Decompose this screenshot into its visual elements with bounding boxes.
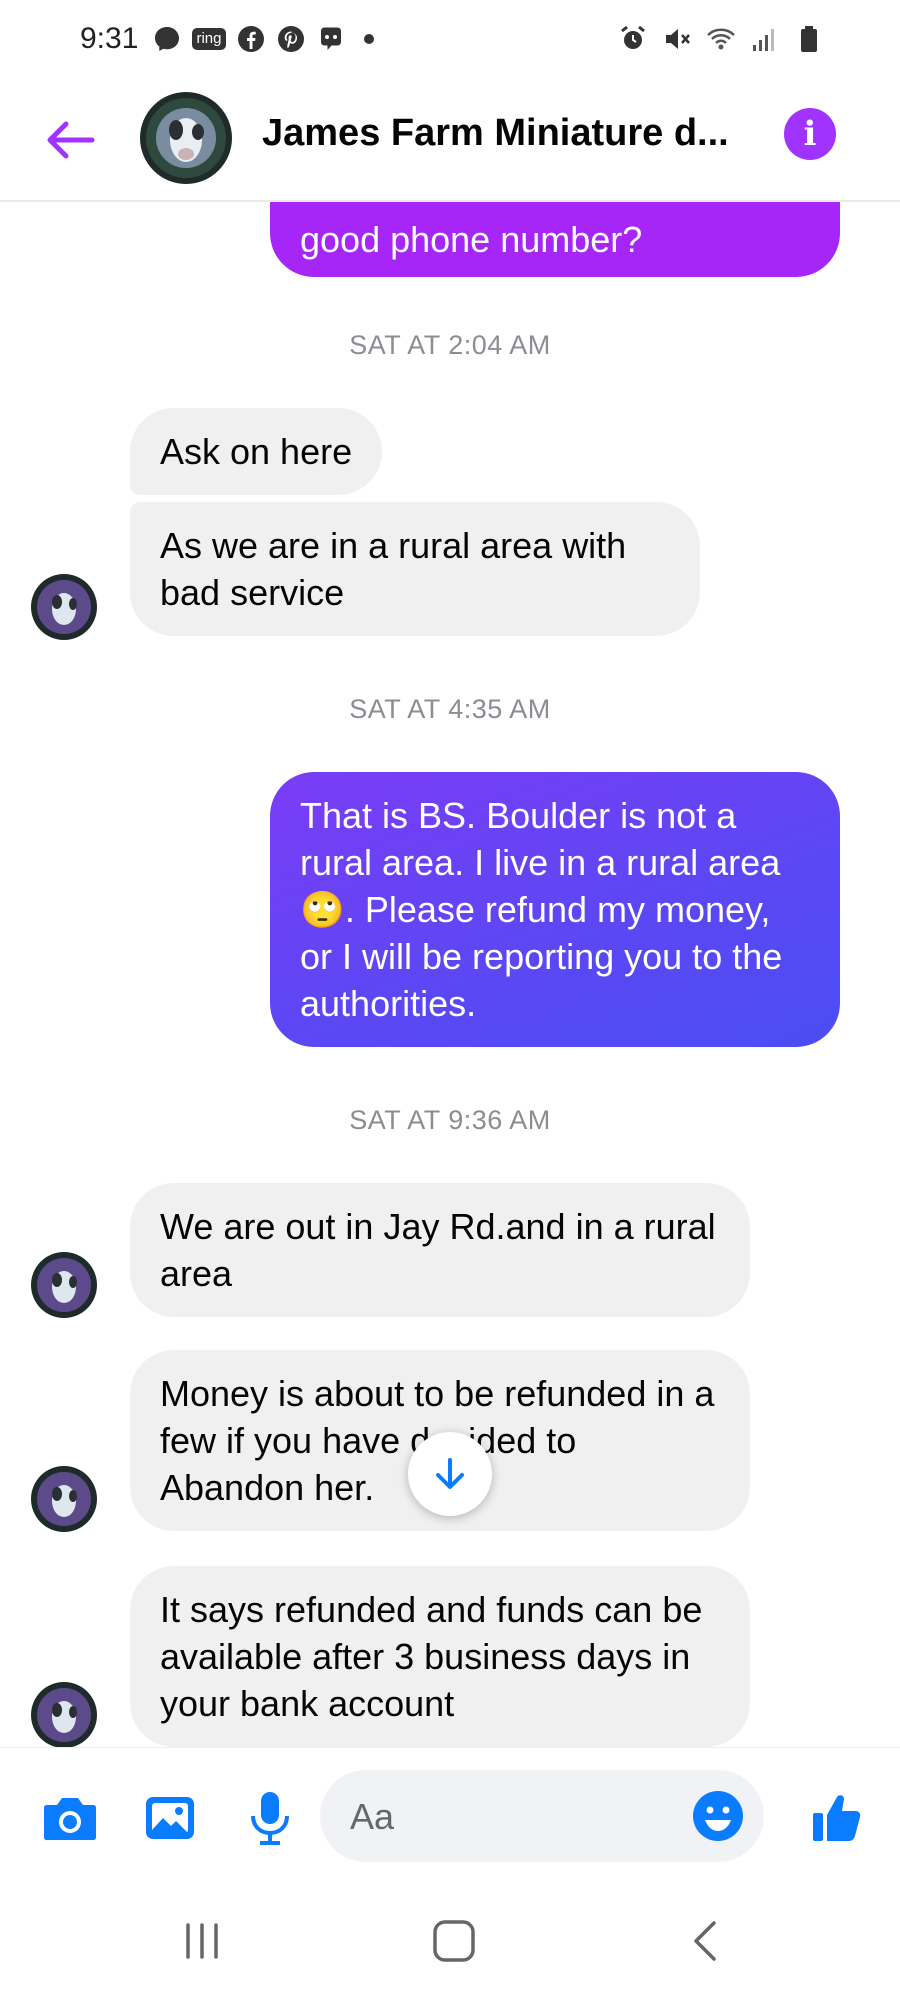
conversation-header: James Farm Miniature d... i: [0, 80, 900, 202]
back-nav-button[interactable]: [676, 1911, 736, 1971]
smiley-icon: [693, 1791, 743, 1841]
eye-roll-emoji: 🙄: [300, 889, 345, 930]
message-timestamp: SAT AT 9:36 AM: [349, 1105, 551, 1135]
back-chevron-icon: [694, 1921, 716, 1961]
more-notifications-dot: [364, 34, 374, 44]
message-composer: Aa: [0, 1747, 900, 1883]
message-text: good phone number?: [300, 219, 643, 260]
incoming-message[interactable]: It says refunded and funds can be availa…: [130, 1566, 750, 1747]
outgoing-message[interactable]: That is BS. Boulder is not a rural area.…: [270, 772, 840, 1047]
home-button[interactable]: [424, 1911, 484, 1971]
voice-button[interactable]: [240, 1788, 300, 1848]
contact-avatar-small[interactable]: [31, 574, 97, 640]
message-input-placeholder: Aa: [350, 1796, 395, 1837]
thumbs-up-icon: [813, 1795, 861, 1841]
pinterest-icon: [276, 24, 306, 54]
like-button[interactable]: [808, 1788, 868, 1848]
contact-avatar-small[interactable]: [31, 1252, 97, 1318]
conversation-title[interactable]: James Farm Miniature d...: [262, 112, 729, 155]
facebook-icon: [236, 24, 266, 54]
status-bar: 9:31 ring: [0, 0, 900, 80]
scroll-to-bottom-button[interactable]: [408, 1432, 492, 1516]
wifi-icon: [706, 24, 736, 54]
recent-apps-icon: [186, 1923, 218, 1959]
message-input[interactable]: Aa: [320, 1770, 764, 1862]
back-button[interactable]: [40, 110, 100, 170]
image-icon: [146, 1797, 194, 1839]
system-icons: [618, 24, 824, 54]
message-text: We are out in Jay Rd.and in a rural area: [160, 1206, 716, 1294]
incoming-message[interactable]: As we are in a rural area with bad servi…: [130, 502, 700, 636]
home-icon: [433, 1920, 475, 1962]
ring-label: ring: [192, 28, 226, 50]
arrow-down-icon: [436, 1458, 464, 1489]
mastodon-icon: [316, 24, 346, 54]
recent-apps-button[interactable]: [172, 1911, 232, 1971]
contact-avatar-small[interactable]: [31, 1466, 97, 1532]
messenger-icon: [152, 24, 182, 54]
camera-icon: [44, 1798, 96, 1840]
contact-avatar-small[interactable]: [31, 1682, 97, 1747]
camera-button[interactable]: [40, 1788, 100, 1848]
incoming-message[interactable]: Ask on here: [130, 408, 383, 495]
alarm-icon: [618, 24, 648, 54]
mute-icon: [662, 24, 692, 54]
microphone-icon: [251, 1792, 289, 1845]
message-text: It says refunded and funds can be availa…: [160, 1589, 703, 1724]
message-text: . Please refund my money, or I will be r…: [300, 889, 783, 1024]
notification-icons: ring: [152, 24, 374, 54]
back-arrow-icon: [47, 121, 95, 159]
message-timestamp: SAT AT 4:35 AM: [349, 694, 551, 724]
contact-avatar[interactable]: [140, 92, 232, 184]
message-text: As we are in a rural area with bad servi…: [160, 525, 627, 613]
incoming-message[interactable]: We are out in Jay Rd.and in a rural area: [130, 1183, 750, 1317]
info-button[interactable]: i: [784, 108, 836, 160]
gallery-button[interactable]: [140, 1788, 200, 1848]
battery-icon: [794, 24, 824, 54]
message-text: That is BS. Boulder is not a rural area.…: [300, 795, 781, 883]
system-navigation-bar: [0, 1883, 900, 2000]
outgoing-message[interactable]: good phone number?: [270, 202, 840, 277]
message-text: Ask on here: [160, 431, 353, 472]
status-time: 9:31: [80, 22, 139, 55]
emoji-button[interactable]: [690, 1788, 746, 1844]
signal-icon: [750, 24, 780, 54]
message-timestamp: SAT AT 2:04 AM: [349, 330, 551, 360]
ring-icon: ring: [192, 24, 226, 54]
info-icon: i: [803, 114, 817, 154]
